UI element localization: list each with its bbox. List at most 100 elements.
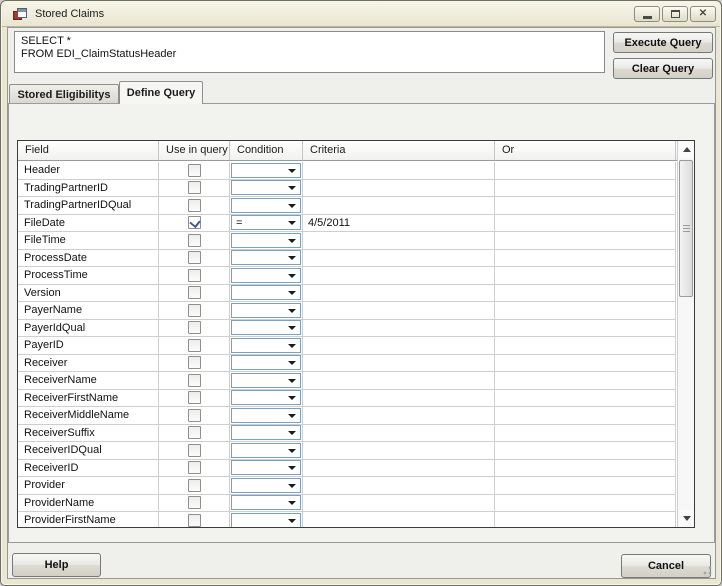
use-in-query-checkbox[interactable] (188, 444, 201, 457)
criteria-cell[interactable] (303, 250, 495, 268)
use-in-query-checkbox[interactable] (188, 409, 201, 422)
title-bar[interactable]: Stored Claims ✕ (2, 2, 720, 27)
criteria-cell[interactable] (303, 302, 495, 320)
condition-dropdown[interactable] (231, 233, 301, 248)
condition-dropdown[interactable] (231, 338, 301, 353)
execute-query-button[interactable]: Execute Query (613, 32, 713, 53)
use-in-query-checkbox[interactable] (188, 304, 201, 317)
or-cell[interactable] (495, 215, 676, 233)
use-in-query-checkbox[interactable] (188, 426, 201, 439)
criteria-cell[interactable] (303, 425, 495, 443)
use-in-query-checkbox[interactable] (188, 479, 201, 492)
or-cell[interactable] (495, 180, 676, 198)
cancel-button[interactable]: Cancel (621, 554, 711, 578)
tab-stored-eligibilitys[interactable]: Stored Eligibilitys (9, 84, 119, 104)
condition-dropdown[interactable] (231, 163, 301, 178)
condition-dropdown[interactable] (231, 478, 301, 493)
use-in-query-checkbox[interactable] (188, 461, 201, 474)
or-cell[interactable] (495, 442, 676, 460)
criteria-cell[interactable] (303, 180, 495, 198)
tab-define-query[interactable]: Define Query (119, 81, 203, 104)
use-in-query-checkbox[interactable] (188, 496, 201, 509)
condition-dropdown[interactable] (231, 303, 301, 318)
condition-dropdown[interactable] (231, 268, 301, 283)
criteria-cell[interactable] (303, 355, 495, 373)
use-in-query-checkbox[interactable] (188, 514, 201, 527)
criteria-cell[interactable] (303, 512, 495, 527)
use-in-query-checkbox[interactable] (188, 216, 201, 229)
column-header-use-in-query[interactable]: Use in query (159, 141, 230, 160)
use-in-query-checkbox[interactable] (188, 269, 201, 282)
or-cell[interactable] (495, 320, 676, 338)
criteria-cell[interactable] (303, 390, 495, 408)
criteria-cell[interactable] (303, 197, 495, 215)
close-button[interactable]: ✕ (690, 6, 716, 22)
condition-dropdown[interactable] (231, 320, 301, 335)
criteria-cell[interactable]: 4/5/2011 (303, 215, 495, 233)
criteria-cell[interactable] (303, 442, 495, 460)
or-cell[interactable] (495, 390, 676, 408)
condition-dropdown[interactable] (231, 408, 301, 423)
condition-dropdown[interactable] (231, 285, 301, 300)
scrollbar-thumb[interactable] (679, 160, 693, 297)
or-cell[interactable] (495, 425, 676, 443)
condition-dropdown[interactable] (231, 250, 301, 265)
scroll-up-button[interactable] (679, 141, 694, 158)
or-cell[interactable] (495, 232, 676, 250)
or-cell[interactable] (495, 355, 676, 373)
column-header-field[interactable]: Field (18, 141, 159, 160)
condition-dropdown[interactable] (231, 495, 301, 510)
or-cell[interactable] (495, 285, 676, 303)
or-cell[interactable] (495, 372, 676, 390)
use-in-query-checkbox[interactable] (188, 234, 201, 247)
condition-dropdown[interactable] (231, 513, 301, 527)
or-cell[interactable] (495, 267, 676, 285)
use-in-query-checkbox[interactable] (188, 374, 201, 387)
criteria-cell[interactable] (303, 267, 495, 285)
column-header-or[interactable]: Or (495, 141, 676, 160)
or-cell[interactable] (495, 460, 676, 478)
use-in-query-checkbox[interactable] (188, 391, 201, 404)
condition-dropdown[interactable] (231, 390, 301, 405)
use-in-query-checkbox[interactable] (188, 286, 201, 299)
or-cell[interactable] (495, 302, 676, 320)
or-cell[interactable] (495, 512, 676, 527)
or-cell[interactable] (495, 162, 676, 180)
use-in-query-checkbox[interactable] (188, 321, 201, 334)
criteria-cell[interactable] (303, 320, 495, 338)
column-header-condition[interactable]: Condition (230, 141, 303, 160)
maximize-button[interactable] (662, 6, 688, 22)
sql-query-textbox[interactable]: SELECT * FROM EDI_ClaimStatusHeader (14, 31, 605, 73)
condition-dropdown[interactable] (231, 355, 301, 370)
criteria-cell[interactable] (303, 495, 495, 513)
or-cell[interactable] (495, 495, 676, 513)
use-in-query-checkbox[interactable] (188, 339, 201, 352)
clear-query-button[interactable]: Clear Query (613, 58, 713, 79)
or-cell[interactable] (495, 337, 676, 355)
criteria-cell[interactable] (303, 407, 495, 425)
criteria-cell[interactable] (303, 232, 495, 250)
condition-dropdown[interactable] (231, 373, 301, 388)
condition-dropdown[interactable] (231, 425, 301, 440)
minimize-button[interactable] (634, 6, 660, 22)
criteria-cell[interactable] (303, 460, 495, 478)
use-in-query-checkbox[interactable] (188, 181, 201, 194)
or-cell[interactable] (495, 197, 676, 215)
or-cell[interactable] (495, 250, 676, 268)
use-in-query-checkbox[interactable] (188, 164, 201, 177)
vertical-scrollbar[interactable] (677, 141, 694, 527)
condition-dropdown[interactable] (231, 198, 301, 213)
condition-dropdown[interactable] (231, 443, 301, 458)
criteria-cell[interactable] (303, 372, 495, 390)
criteria-cell[interactable] (303, 477, 495, 495)
criteria-cell[interactable] (303, 285, 495, 303)
condition-dropdown[interactable] (231, 180, 301, 195)
or-cell[interactable] (495, 407, 676, 425)
condition-dropdown[interactable]: = (231, 215, 301, 230)
criteria-cell[interactable] (303, 162, 495, 180)
help-button[interactable]: Help (12, 553, 101, 577)
condition-dropdown[interactable] (231, 460, 301, 475)
column-header-criteria[interactable]: Criteria (303, 141, 495, 160)
scroll-down-button[interactable] (679, 510, 694, 527)
use-in-query-checkbox[interactable] (188, 251, 201, 264)
